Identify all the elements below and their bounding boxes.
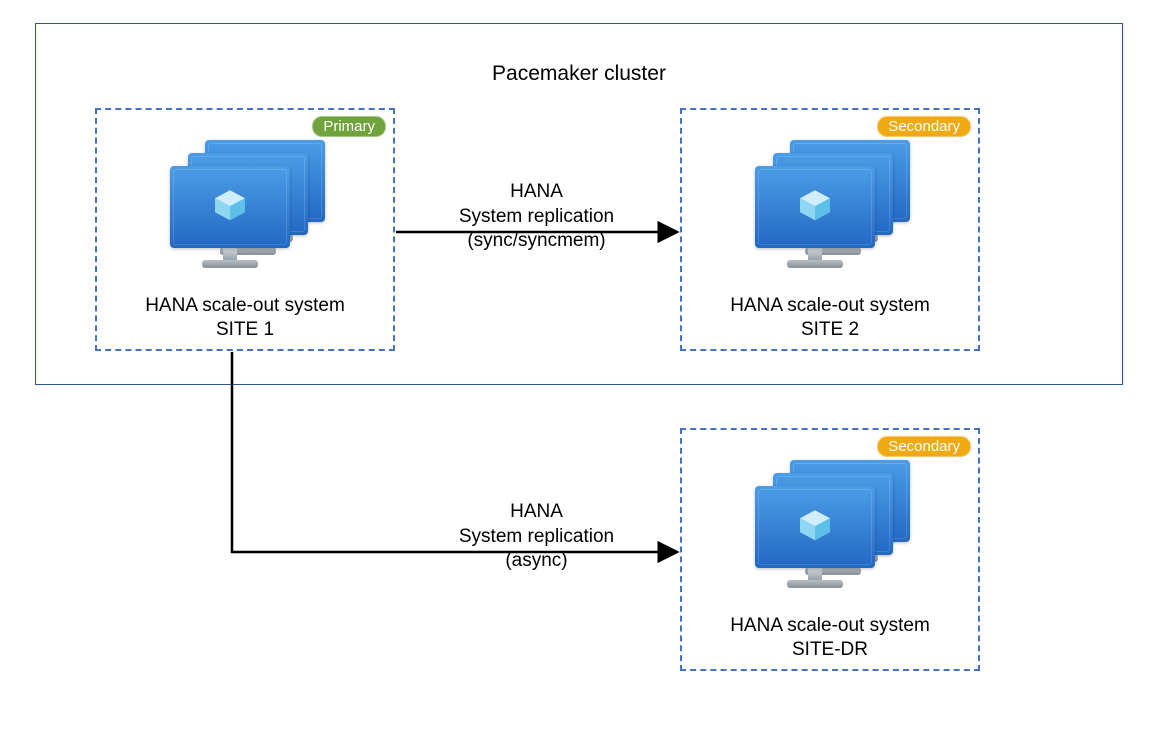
sitedr-box: Secondary HANA scale-out system SITE-DR	[680, 428, 980, 671]
site2-box: Secondary HANA scale-out system SITE 2	[680, 108, 980, 351]
cube-icon	[797, 507, 833, 543]
vm-icon	[755, 166, 875, 268]
site1-box: Primary HANA scale-out system SITE 1	[95, 108, 395, 351]
sitedr-caption: HANA scale-out system SITE-DR	[682, 614, 978, 663]
site2-vm-stack	[745, 140, 915, 280]
cube-icon	[212, 187, 248, 223]
cube-icon	[797, 187, 833, 223]
vm-icon	[170, 166, 290, 268]
site2-caption: HANA scale-out system SITE 2	[682, 294, 978, 343]
arrow2-label: HANA System replication (async)	[395, 500, 678, 574]
sitedr-vm-stack	[745, 460, 915, 600]
arrow1-label: HANA System replication (sync/syncmem)	[395, 180, 678, 254]
site1-caption: HANA scale-out system SITE 1	[97, 294, 393, 343]
cluster-title: Pacemaker cluster	[36, 62, 1122, 86]
site2-badge: Secondary	[877, 116, 971, 137]
vm-icon	[755, 486, 875, 588]
site1-badge: Primary	[312, 116, 386, 137]
site1-vm-stack	[160, 140, 330, 280]
sitedr-badge: Secondary	[877, 436, 971, 457]
